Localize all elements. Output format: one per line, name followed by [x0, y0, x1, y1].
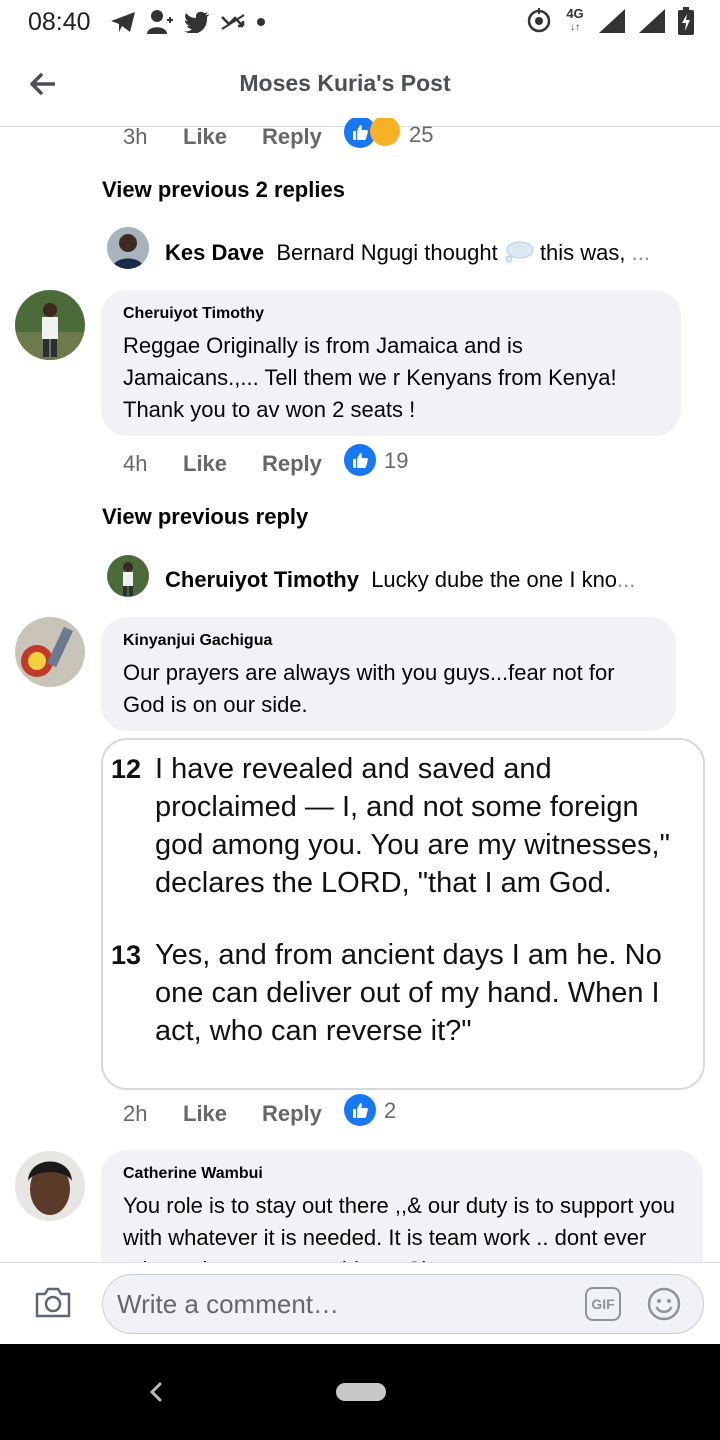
gif-button[interactable]: GIF	[585, 1287, 621, 1321]
verse-12: 12 I have revealed and saved and proclai…	[111, 750, 695, 902]
comment-text: Reggae Originally is from Jamaica and is…	[123, 333, 617, 422]
comment-author[interactable]: Cheruiyot Timothy	[123, 304, 659, 324]
haha-icon	[370, 118, 400, 146]
comment-clip: Catherine Wambui You role is to stay out…	[0, 1140, 720, 1262]
comment-author[interactable]: Catherine Wambui	[123, 1164, 681, 1184]
dot-icon	[257, 18, 265, 26]
comment-time-label: 4h	[123, 451, 148, 476]
like-icon[interactable]	[344, 444, 376, 476]
reply-link[interactable]: Reply	[262, 1101, 322, 1127]
reply-preview[interactable]: Cheruiyot Timothy Lucky dube the one I k…	[165, 567, 685, 593]
thought-bubble-icon	[505, 241, 534, 263]
comment-text: You role is to stay out there ,,& our du…	[123, 1193, 675, 1262]
system-nav-bar	[0, 1344, 720, 1440]
signal-icon	[599, 9, 625, 33]
comment-author[interactable]: Kinyanjui Gachigua	[123, 631, 654, 651]
nav-back-button[interactable]	[140, 1376, 172, 1408]
view-previous-replies[interactable]: View previous 2 replies	[102, 177, 345, 203]
gif-icon: GIF	[591, 1296, 615, 1312]
status-bar: 08:40 4G ↓↑	[0, 0, 720, 44]
reaction-count: 2	[384, 1098, 397, 1123]
network-label: 4G	[566, 6, 584, 21]
page-title: Moses Kuria's Post	[239, 70, 451, 96]
comment-time: 2h	[123, 1101, 147, 1127]
telegram-icon	[111, 12, 135, 32]
comment-time: 4h	[123, 451, 147, 477]
sync-icon	[527, 8, 551, 33]
reply-link[interactable]: Reply	[262, 124, 322, 150]
avatar[interactable]	[15, 1151, 85, 1221]
comment-bubble[interactable]: Catherine Wambui You role is to stay out…	[101, 1150, 703, 1262]
verse-text: Yes, and from ancient days I am he. No o…	[155, 939, 662, 1047]
reply-ellipsis: ...	[617, 567, 636, 592]
emoji-button[interactable]	[647, 1287, 681, 1321]
comment-input[interactable]: Write a comment… GIF	[102, 1274, 704, 1334]
comment-meta: 3h	[123, 124, 147, 150]
reply-ellipsis: ...	[631, 240, 650, 265]
signal-icon	[639, 9, 665, 33]
comment-time: 3h	[123, 124, 148, 149]
network-type: 4G ↓↑	[566, 6, 584, 33]
avatar[interactable]	[15, 617, 85, 687]
reply-author: Cheruiyot Timothy	[165, 567, 359, 592]
avatar[interactable]	[107, 227, 149, 269]
comment-image[interactable]: 12 I have revealed and saved and proclai…	[101, 738, 705, 1090]
like-link[interactable]: Like	[183, 451, 227, 477]
notification-icons	[110, 8, 266, 36]
add-user-icon	[147, 10, 173, 34]
reply-text: Lucky dube the one I kno	[371, 567, 618, 592]
like-link[interactable]: Like	[183, 1101, 227, 1127]
reply-text: Bernard Ngugi thought	[276, 240, 498, 265]
comment-placeholder: Write a comment…	[117, 1289, 340, 1319]
comment-time-label: 2h	[123, 1101, 148, 1126]
avatar[interactable]	[15, 290, 85, 360]
camera-button[interactable]	[34, 1285, 74, 1321]
emoji-icon	[647, 1287, 681, 1321]
twitter-icon	[184, 11, 209, 33]
comment-bubble[interactable]: Cheruiyot Timothy Reggae Originally is f…	[101, 290, 681, 436]
verse-text: I have revealed and saved and proclaimed…	[155, 753, 670, 899]
comment-composer: Write a comment… GIF	[0, 1262, 720, 1345]
battery-icon	[678, 7, 694, 35]
nav-back-icon	[149, 1382, 162, 1402]
app-header: Moses Kuria's Post	[0, 44, 720, 127]
avatar[interactable]	[107, 555, 149, 597]
reply-link[interactable]: Reply	[262, 451, 322, 477]
reply-author: Kes Dave	[165, 240, 265, 265]
verse-number: 13	[111, 940, 142, 970]
like-icon[interactable]	[344, 1094, 376, 1126]
comment-bubble[interactable]: Kinyanjui Gachigua Our prayers are alway…	[101, 617, 676, 731]
reaction-icons[interactable]	[344, 118, 404, 150]
view-previous-replies[interactable]: View previous reply	[102, 504, 308, 530]
verse-number: 12	[111, 754, 142, 784]
verse-13: 13 Yes, and from ancient days I am he. N…	[111, 936, 695, 1050]
reply-text-cont: this was,	[539, 240, 626, 265]
comment-text: Our prayers are always with you guys...f…	[123, 660, 615, 717]
camera-icon	[35, 1287, 71, 1318]
status-time: 08:40	[28, 8, 91, 36]
reply-preview[interactable]: Kes Dave Bernard Ngugi thought this was,…	[165, 240, 685, 266]
reaction-count: 19	[384, 448, 409, 473]
like-link[interactable]: Like	[183, 124, 227, 150]
reaction-count: 25	[409, 122, 434, 147]
system-icons: 4G ↓↑	[526, 6, 694, 36]
missed-call-icon	[221, 14, 245, 30]
home-pill-icon[interactable]	[336, 1383, 386, 1401]
